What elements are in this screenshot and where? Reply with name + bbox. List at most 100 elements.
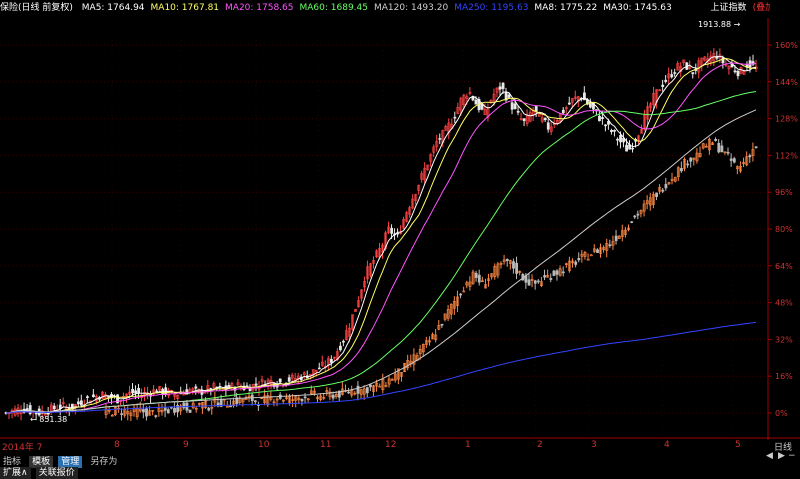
legend-item-3: MA60: 1689.45 [299,3,368,13]
candle-body [507,94,511,98]
candle-body [137,388,141,394]
y-tick-label: 48% [775,299,793,308]
ref-candle-body [608,244,612,247]
y-tick-label: 144% [775,78,798,87]
ref-candle-body [142,409,145,413]
ref-candle-body [331,394,335,399]
ref-candle-body [365,387,369,394]
candle-body [34,412,38,415]
ref-candle-body [614,235,618,241]
ref-candle-body [173,407,176,413]
candle-body [80,400,83,406]
ref-candle-body [182,402,186,409]
price-chart[interactable]: 160% 144% 128% 112% 96% 80% 64% 48% 32% 16% 0% 191… [0,0,800,440]
low-annotation: ← 851.38 [30,415,67,424]
legend-item-7: MA30: 1745.63 [603,3,672,13]
bottom-bar: 2014年 7 8 9 10 11 12 1 2 3 4 5 指标 模板 管理 另存为 扩展∧ 关联… [0,440,800,479]
candle-body [513,103,517,110]
ref-candle-body [515,262,519,274]
candle-body [670,74,674,78]
candle-body [52,405,56,410]
candle-body [546,122,550,130]
candle-body [194,386,198,389]
ref-candle-body [166,409,170,414]
month-label: 1 [465,440,471,450]
ref-candle-body [661,189,665,192]
y-tick-label: 96% [775,188,793,197]
ref-candle-body [163,407,167,411]
candle-body [733,70,737,73]
scroll-left-icon[interactable]: ◀ [766,451,773,461]
candle-body [134,390,138,394]
zoom-out-icon[interactable]: − [788,451,796,461]
ref-candle-body [527,279,531,286]
candle-body [342,340,345,343]
candle-body [390,227,394,234]
ref-candle-body [536,280,540,283]
ref-candle-body [459,293,463,296]
tab-expand[interactable]: 扩展∧ [0,467,31,479]
y-tick-label: 16% [775,372,793,381]
ref-candle-body [574,261,578,265]
candle-body [543,117,547,121]
candle-body [317,367,321,370]
candle-body [601,117,604,119]
ref-candle-body [686,163,690,166]
ref-candle-body [717,142,721,153]
candle-body [619,134,622,143]
ref-candle-body [664,184,668,189]
candle-body [631,147,635,150]
candle-body [330,358,333,363]
candle-body [510,102,514,110]
ref-candle-body [477,274,481,283]
legend-item-6: MA8: 1775.22 [534,3,598,13]
candle-body [339,345,342,351]
candle-body [598,115,601,122]
legend-item-5: MA250: 1195.63 [454,3,529,13]
candle-body [278,378,282,383]
candle-body [522,118,526,121]
ref-candle-body [440,323,444,326]
candle-body [516,110,520,113]
ref-candle-body [369,384,372,388]
ref-candle-body [120,413,124,415]
candle-body [691,72,695,75]
ref-candle-body [303,396,307,399]
ref-candle-body [549,278,553,280]
ref-candle-body [207,407,211,411]
candle-body [107,396,110,398]
tab-save-as[interactable]: 另存为 [87,456,120,468]
candle-body [498,86,502,90]
y-tick-label: 112% [775,151,798,160]
candle-body [501,82,505,90]
candle-body [474,99,478,105]
chart-title: 保险(日线 前复权) [0,3,73,13]
tab-linked-quote[interactable]: 关联报价 [35,467,78,479]
ref-candle-body [633,215,637,218]
ref-candle-body [680,168,683,172]
ref-candle-body [754,146,758,148]
candle-body [76,401,80,405]
ref-candle-body [689,157,693,162]
ref-candle-body [347,391,351,394]
candle-body [613,130,616,132]
candle-body [661,84,665,87]
ref-candle-body [732,158,736,163]
ref-candle-body [714,138,718,141]
candle-body [616,138,619,141]
ref-candle-body [505,258,509,262]
candle-body [254,383,258,386]
scroll-right-icon[interactable]: ▶ [778,451,785,461]
ref-candle-body [533,280,537,284]
ref-candle-body [636,213,640,216]
y-tick-label: 160% [775,41,798,50]
month-label: 9 [183,440,189,450]
ref-index-suffix: (叠加前复权) [752,3,770,13]
ref-candle-body [229,405,232,408]
ref-candle-body [555,270,559,275]
ref-index-label[interactable]: 上证指数 [711,3,747,13]
ref-candle-body [630,221,634,223]
candle-body [561,109,565,114]
ref-candle-body [145,408,148,417]
ref-candle-body [474,272,478,279]
